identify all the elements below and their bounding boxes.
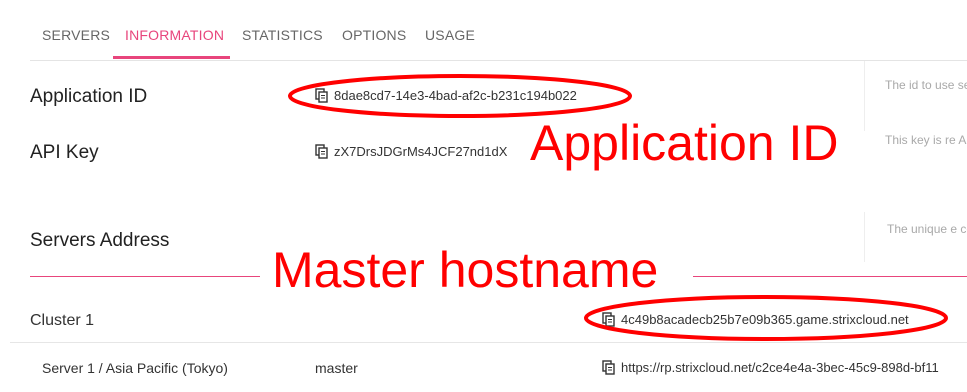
section-divider bbox=[30, 276, 260, 277]
tab-servers[interactable]: SERVERS bbox=[42, 27, 110, 43]
description-separator bbox=[864, 212, 865, 262]
server-role: master bbox=[315, 360, 358, 376]
tab-statistics[interactable]: STATISTICS bbox=[242, 27, 323, 43]
strix-app-information-page: SERVERS INFORMATION STATISTICS OPTIONS U… bbox=[0, 0, 967, 392]
active-tab-indicator bbox=[113, 56, 230, 59]
copy-icon[interactable] bbox=[315, 144, 328, 159]
description-separator bbox=[864, 61, 865, 131]
section-divider bbox=[693, 276, 967, 277]
api-key-value: zX7DrsJDGrMs4JCF27nd1dX bbox=[315, 144, 517, 159]
application-id-label: Application ID bbox=[30, 86, 148, 107]
tabs-divider bbox=[30, 60, 967, 61]
server-name: Server 1 / Asia Pacific (Tokyo) bbox=[42, 360, 228, 376]
tab-usage[interactable]: USAGE bbox=[425, 27, 475, 43]
cluster-hostname-value: 4c49b8acadecb25b7e09b365.game.strixcloud… bbox=[602, 312, 909, 327]
copy-icon[interactable] bbox=[315, 88, 328, 103]
application-id-text[interactable]: 8dae8cd7-14e3-4bad-af2c-b231c194b022 bbox=[334, 88, 577, 103]
server-url-text[interactable]: https://rp.strixcloud.net/c2ce4e4a-3bec-… bbox=[621, 360, 939, 375]
cluster-hostname-text[interactable]: 4c49b8acadecb25b7e09b365.game.strixcloud… bbox=[621, 312, 909, 327]
copy-icon[interactable] bbox=[602, 360, 615, 375]
api-key-text[interactable]: zX7DrsJDGrMs4JCF27nd1dX bbox=[334, 144, 507, 159]
servers-address-label: Servers Address bbox=[30, 230, 170, 251]
api-key-label: API Key bbox=[30, 142, 99, 163]
copy-icon[interactable] bbox=[602, 312, 615, 327]
cluster-label: Cluster 1 bbox=[30, 312, 95, 329]
master-hostname-callout: Master hostname bbox=[272, 242, 659, 298]
row-divider bbox=[10, 342, 967, 343]
application-id-callout: Application ID bbox=[530, 115, 839, 171]
application-id-description: The id to use servers. bbox=[885, 78, 967, 92]
servers-address-description: The unique e component. bbox=[887, 222, 967, 236]
application-id-value: 8dae8cd7-14e3-4bad-af2c-b231c194b022 bbox=[315, 88, 577, 103]
api-key-description: This key is re API. bbox=[885, 133, 967, 147]
tab-options[interactable]: OPTIONS bbox=[342, 27, 406, 43]
server-url-value: https://rp.strixcloud.net/c2ce4e4a-3bec-… bbox=[602, 360, 967, 375]
tab-information[interactable]: INFORMATION bbox=[125, 27, 224, 43]
